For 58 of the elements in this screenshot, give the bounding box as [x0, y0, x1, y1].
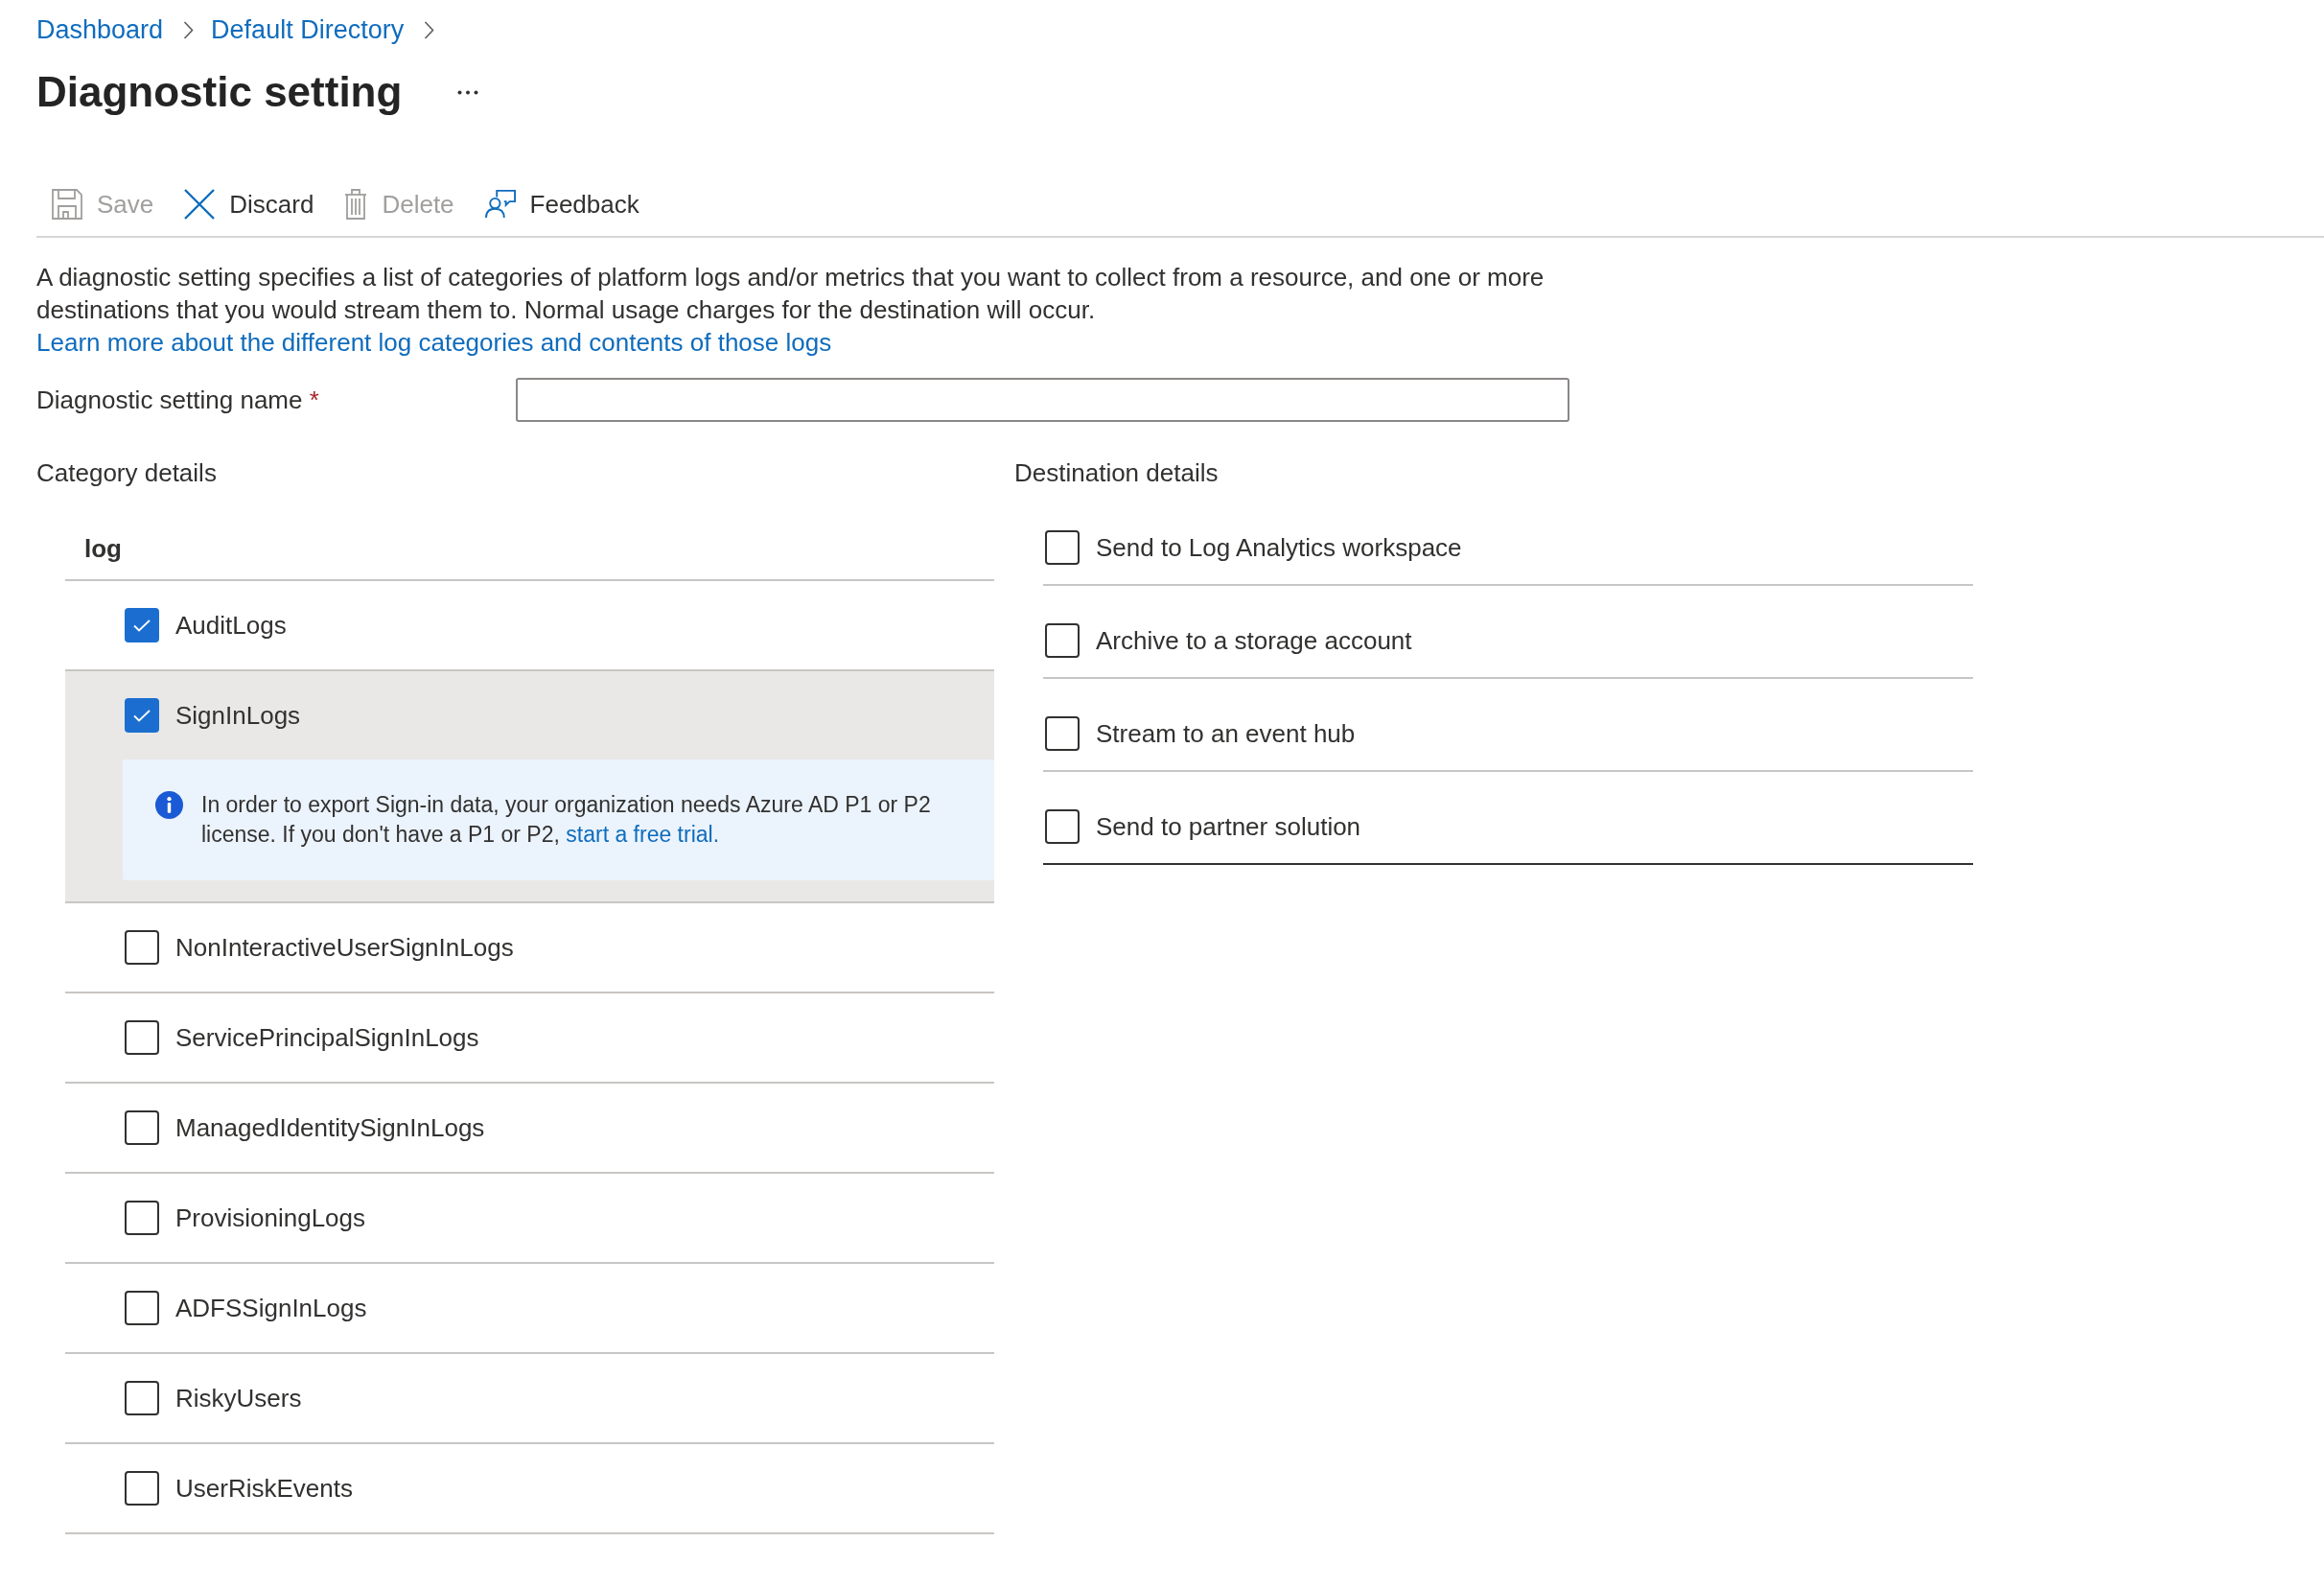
- group-heading: log: [84, 534, 122, 564]
- checkbox[interactable]: [1045, 530, 1080, 565]
- checkbox[interactable]: [125, 1201, 159, 1235]
- checkbox-label[interactable]: ADFSSignInLogs: [175, 1292, 367, 1324]
- category-row[interactable]: ServicePrincipalSignInLogs: [65, 993, 994, 1084]
- checkbox-label[interactable]: ProvisioningLogs: [175, 1202, 365, 1234]
- category-row[interactable]: SignInLogs In order to export Sign-in data, your organization needs Azure AD P1 or P2 license. If you don't have a P1 or P2, start a free trial.: [65, 671, 994, 903]
- learn-more-link[interactable]: Learn more about the different log categories and contents of those logs: [36, 328, 832, 357]
- description-text: A diagnostic setting specifies a list of categories of platform logs and/or metrics that you want to collect from a resource, and one or more destinations that you would stream them to. Normal usage charges for the destination will occur. Learn more about the different log categories and contents of those logs: [36, 262, 1545, 359]
- info-icon: [155, 791, 183, 819]
- free-trial-link[interactable]: start a free trial.: [566, 822, 720, 847]
- category-row[interactable]: NonInteractiveUserSignInLogs: [65, 903, 994, 993]
- section-heading: Destination details: [1014, 457, 1220, 489]
- checkbox[interactable]: [1045, 623, 1080, 658]
- ellipsis-icon[interactable]: [457, 89, 479, 95]
- chevron-right-icon: [424, 20, 435, 39]
- checkbox-label[interactable]: RiskyUsers: [175, 1382, 302, 1414]
- checkbox-label[interactable]: Send to Log Analytics workspace: [1096, 531, 1462, 564]
- checkbox-label[interactable]: NonInteractiveUserSignInLogs: [175, 931, 514, 964]
- save-icon: [52, 189, 82, 220]
- feedback-button[interactable]: Feedback: [469, 178, 655, 230]
- checkbox[interactable]: [125, 1020, 159, 1055]
- category-row[interactable]: ADFSSignInLogs: [65, 1264, 994, 1354]
- checkbox-label[interactable]: SignInLogs: [175, 699, 301, 732]
- checkbox[interactable]: [125, 930, 159, 965]
- notice-text: In order to export Sign-in data, your organization needs Azure AD P1 or P2 license. If you don't have a P1 or P2, start a free trial.: [201, 791, 932, 849]
- checkbox-label[interactable]: AuditLogs: [175, 609, 287, 642]
- checkbox-label[interactable]: UserRiskEvents: [175, 1472, 353, 1505]
- page-title: Diagnostic setting: [36, 67, 403, 117]
- category-row[interactable]: ManagedIdentitySignInLogs: [65, 1084, 994, 1174]
- cross-icon: [184, 189, 216, 220]
- checkbox-label[interactable]: ManagedIdentitySignInLogs: [175, 1111, 485, 1144]
- trash-icon: [344, 189, 368, 220]
- check-icon: [133, 709, 151, 722]
- checkbox[interactable]: [125, 1381, 159, 1415]
- breadcrumb-link[interactable]: Default Directory: [211, 13, 405, 46]
- breadcrumb-link[interactable]: Dashboard: [36, 13, 164, 46]
- checkbox[interactable]: [125, 1291, 159, 1325]
- checkbox[interactable]: [1045, 716, 1080, 751]
- checkbox[interactable]: [125, 608, 159, 642]
- person-chat-icon: [484, 189, 516, 220]
- checkbox[interactable]: [1045, 809, 1080, 844]
- category-row[interactable]: RiskyUsers: [65, 1354, 994, 1444]
- checkbox-label[interactable]: Stream to an event hub: [1096, 717, 1356, 750]
- category-row[interactable]: ProvisioningLogs: [65, 1174, 994, 1264]
- chevron-right-icon: [183, 20, 195, 39]
- check-icon: [133, 619, 151, 632]
- discard-button[interactable]: Discard: [169, 178, 330, 230]
- category-row[interactable]: UserRiskEvents: [65, 1444, 994, 1534]
- checkbox[interactable]: [125, 1110, 159, 1145]
- checkbox-label[interactable]: ServicePrincipalSignInLogs: [175, 1021, 479, 1054]
- field-label: Diagnostic setting name *: [36, 385, 320, 416]
- checkbox-label[interactable]: Send to partner solution: [1096, 810, 1361, 843]
- section-heading: Category details: [36, 457, 218, 489]
- checkbox[interactable]: [125, 698, 159, 733]
- name-input[interactable]: [516, 378, 1569, 422]
- checkbox-label[interactable]: Archive to a storage account: [1096, 624, 1412, 657]
- checkbox[interactable]: [125, 1471, 159, 1506]
